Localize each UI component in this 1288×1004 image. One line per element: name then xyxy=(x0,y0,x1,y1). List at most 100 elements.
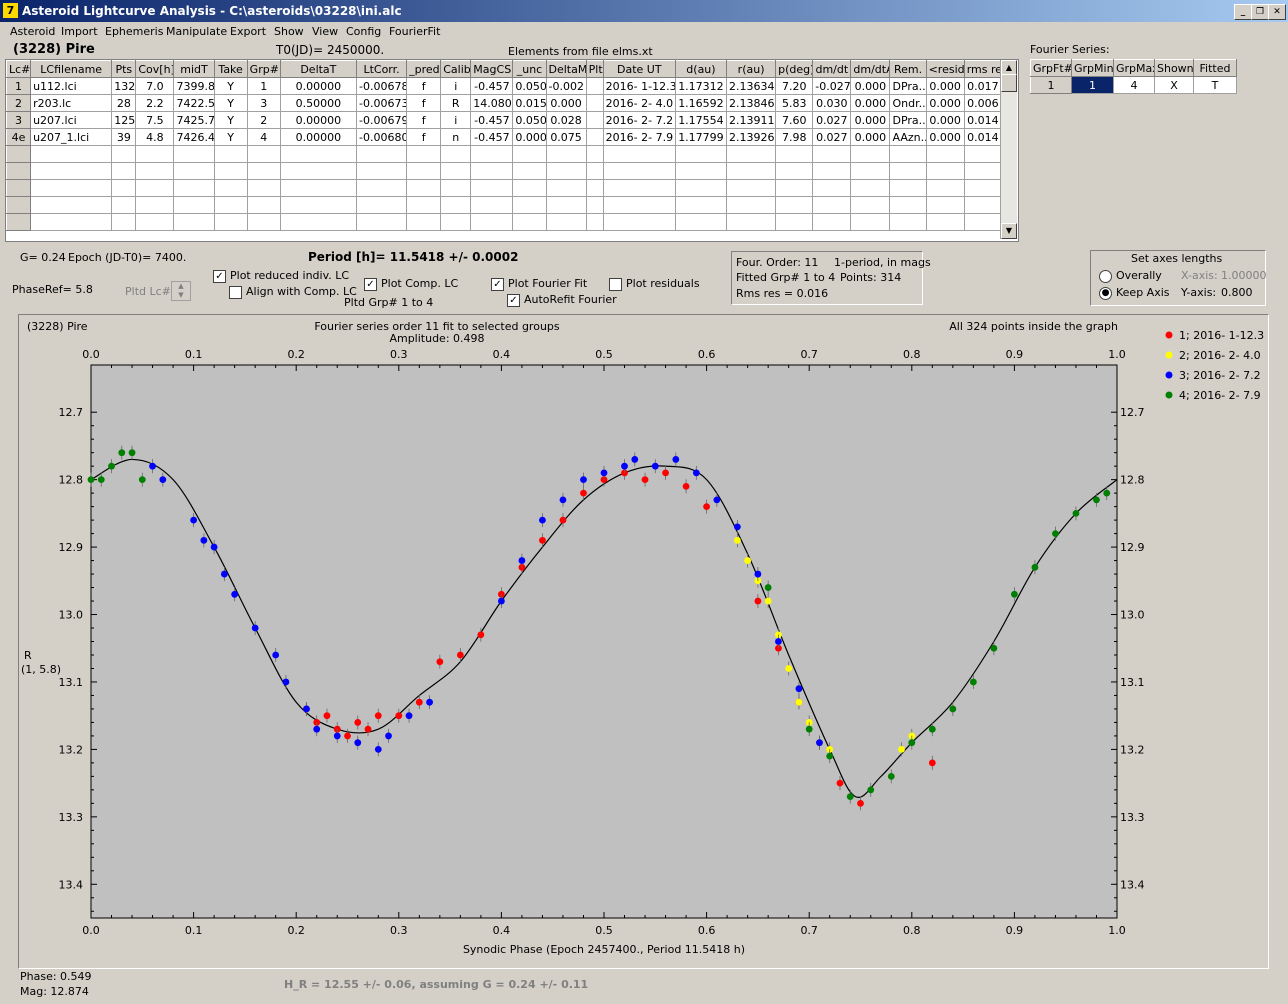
table-cell[interactable]: -0.002 xyxy=(545,77,587,95)
table-cell[interactable] xyxy=(545,213,587,231)
table-cell[interactable] xyxy=(674,162,728,180)
table-cell[interactable] xyxy=(963,196,1003,214)
table-cell[interactable] xyxy=(30,145,113,163)
col-header[interactable]: DeltaT xyxy=(279,60,357,78)
table-cell[interactable] xyxy=(111,145,137,163)
table-cell[interactable]: 2.13911 xyxy=(726,111,777,129)
scroll-down-icon[interactable]: ▼ xyxy=(1001,223,1017,239)
table-cell[interactable] xyxy=(545,162,587,180)
table-row-empty[interactable] xyxy=(5,179,1003,197)
table-cell[interactable] xyxy=(5,213,32,231)
plot-residuals-checkbox[interactable]: Plot residuals xyxy=(609,277,700,291)
table-cell[interactable]: 2016- 2- 7.9 xyxy=(602,128,676,146)
table-cell[interactable]: f xyxy=(406,94,442,112)
table-cell[interactable]: 0.015 xyxy=(512,94,547,112)
col-header[interactable]: _pred. xyxy=(406,60,442,78)
table-scrollbar[interactable]: ▲ ▼ xyxy=(1000,60,1017,239)
table-cell[interactable]: 0.014 xyxy=(963,128,1003,146)
table-cell[interactable]: -0.00679 xyxy=(355,111,408,129)
table-cell[interactable]: r203.lc xyxy=(30,94,113,112)
table-cell[interactable] xyxy=(5,179,32,197)
table-cell[interactable] xyxy=(173,162,215,180)
table-cell[interactable] xyxy=(246,145,281,163)
table-cell[interactable]: 14.080 xyxy=(470,94,514,112)
table-cell[interactable]: f xyxy=(406,128,442,146)
table-cell[interactable] xyxy=(213,179,248,197)
table-cell[interactable] xyxy=(602,196,676,214)
table-cell[interactable]: 0.000 xyxy=(850,94,891,112)
table-cell[interactable]: 2016- 2- 4.0 xyxy=(602,94,676,112)
table-cell[interactable] xyxy=(545,196,587,214)
fs-cell-grpmax[interactable]: 4 xyxy=(1113,76,1155,94)
table-cell[interactable]: 7.60 xyxy=(775,111,814,129)
table-cell[interactable]: 0.017 xyxy=(963,77,1003,95)
table-cell[interactable] xyxy=(674,145,728,163)
table-cell[interactable]: 7.98 xyxy=(775,128,814,146)
table-cell[interactable]: 0.050 xyxy=(512,77,547,95)
menu-fourierfit[interactable]: FourierFit xyxy=(389,25,440,38)
table-cell[interactable] xyxy=(602,145,676,163)
table-cell[interactable]: 2.13634 xyxy=(726,77,777,95)
align-checkbox[interactable]: Align with Comp. LC xyxy=(229,285,357,299)
table-cell[interactable] xyxy=(812,213,852,231)
col-header[interactable]: Rem. xyxy=(889,60,927,78)
table-cell[interactable] xyxy=(812,196,852,214)
table-cell[interactable]: 3 xyxy=(5,111,32,129)
table-cell[interactable]: f xyxy=(406,77,442,95)
table-cell[interactable] xyxy=(775,179,814,197)
lightcurve-table[interactable]: Lc# LCfilename Pts Cov[h] midT Take Grp# DeltaT… xyxy=(5,59,1019,242)
table-cell[interactable] xyxy=(246,196,281,214)
table-cell[interactable] xyxy=(279,162,357,180)
table-cell[interactable] xyxy=(602,179,676,197)
col-header[interactable]: d(au) xyxy=(674,60,728,78)
plot-fourier-checkbox[interactable]: ✓ Plot Fourier Fit xyxy=(491,277,587,291)
table-cell[interactable] xyxy=(726,213,777,231)
table-cell[interactable] xyxy=(279,213,357,231)
menu-show[interactable]: Show xyxy=(274,25,304,38)
table-cell[interactable]: -0.00673 xyxy=(355,94,408,112)
col-header[interactable]: Cov[h] xyxy=(135,60,175,78)
table-cell[interactable]: 0.027 xyxy=(812,111,852,129)
col-header[interactable]: r(au) xyxy=(726,60,777,78)
table-cell[interactable]: DPra... xyxy=(889,111,927,129)
table-cell[interactable]: 39 xyxy=(111,128,137,146)
table-cell[interactable] xyxy=(775,162,814,180)
menu-config[interactable]: Config xyxy=(346,25,381,38)
table-cell[interactable]: u112.lci xyxy=(30,77,113,95)
table-cell[interactable]: 2 xyxy=(246,111,281,129)
fs-cell-grpft[interactable]: 1 xyxy=(1030,76,1072,94)
yaxis-value[interactable]: 0.800 xyxy=(1221,286,1253,299)
table-cell[interactable] xyxy=(850,213,891,231)
table-cell[interactable]: Ondr... xyxy=(889,94,927,112)
fourier-series-table[interactable]: GrpFt# GrpMin GrpMax Shown Fitted 1 1 4 … xyxy=(1030,59,1237,94)
table-cell[interactable] xyxy=(470,145,514,163)
autorefit-checkbox[interactable]: ✓ AutoRefit Fourier xyxy=(507,293,617,307)
table-cell[interactable] xyxy=(173,145,215,163)
table-cell[interactable] xyxy=(726,179,777,197)
table-row-empty[interactable] xyxy=(5,162,1003,180)
table-cell[interactable] xyxy=(812,145,852,163)
table-cell[interactable] xyxy=(440,179,472,197)
table-cell[interactable]: 4.8 xyxy=(135,128,175,146)
restore-icon[interactable]: ❐ xyxy=(1251,4,1269,20)
table-cell[interactable]: 0.000 xyxy=(512,128,547,146)
table-cell[interactable]: 7426.4 xyxy=(173,128,215,146)
table-cell[interactable] xyxy=(963,213,1003,231)
table-cell[interactable] xyxy=(440,162,472,180)
table-cell[interactable] xyxy=(30,213,113,231)
fs-cell-grpmin[interactable]: 1 xyxy=(1071,76,1114,94)
table-cell[interactable] xyxy=(355,196,408,214)
table-cell[interactable] xyxy=(585,213,604,231)
table-cell[interactable]: i xyxy=(440,111,472,129)
table-cell[interactable] xyxy=(213,213,248,231)
table-cell[interactable] xyxy=(135,179,175,197)
table-cell[interactable]: 0.006 xyxy=(963,94,1003,112)
table-cell[interactable] xyxy=(585,128,604,146)
table-cell[interactable] xyxy=(246,179,281,197)
table-cell[interactable] xyxy=(889,179,927,197)
table-cell[interactable]: 0.030 xyxy=(812,94,852,112)
table-cell[interactable] xyxy=(602,162,676,180)
table-cell[interactable]: 125 xyxy=(111,111,137,129)
table-cell[interactable] xyxy=(5,196,32,214)
table-cell[interactable] xyxy=(470,196,514,214)
